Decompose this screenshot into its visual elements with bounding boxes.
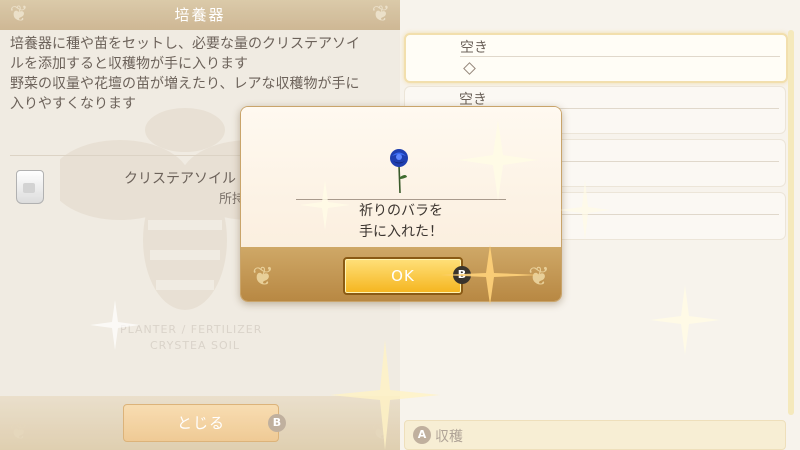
b-button-hint-icon: B <box>453 266 471 284</box>
ok-button[interactable]: OK <box>343 257 463 295</box>
ok-button-label: OK <box>391 267 415 285</box>
message-line: 手に入れた！ <box>359 224 443 240</box>
dialog-footer: ❦ ❦ OK B <box>241 247 561 301</box>
dialog-divider <box>296 199 506 200</box>
message-line: 祈りのバラを <box>359 203 443 219</box>
dialog-message: 祈りのバラを 手に入れた！ <box>241 201 561 243</box>
blue-rose-icon <box>390 149 408 194</box>
footer-ornament-icon: ❦ <box>528 262 550 292</box>
item-obtained-dialog: 祈りのバラを 手に入れた！ ❦ ❦ OK B <box>240 106 562 302</box>
dialog-body: 祈りのバラを 手に入れた！ <box>241 107 561 247</box>
footer-ornament-icon: ❦ <box>252 262 274 292</box>
